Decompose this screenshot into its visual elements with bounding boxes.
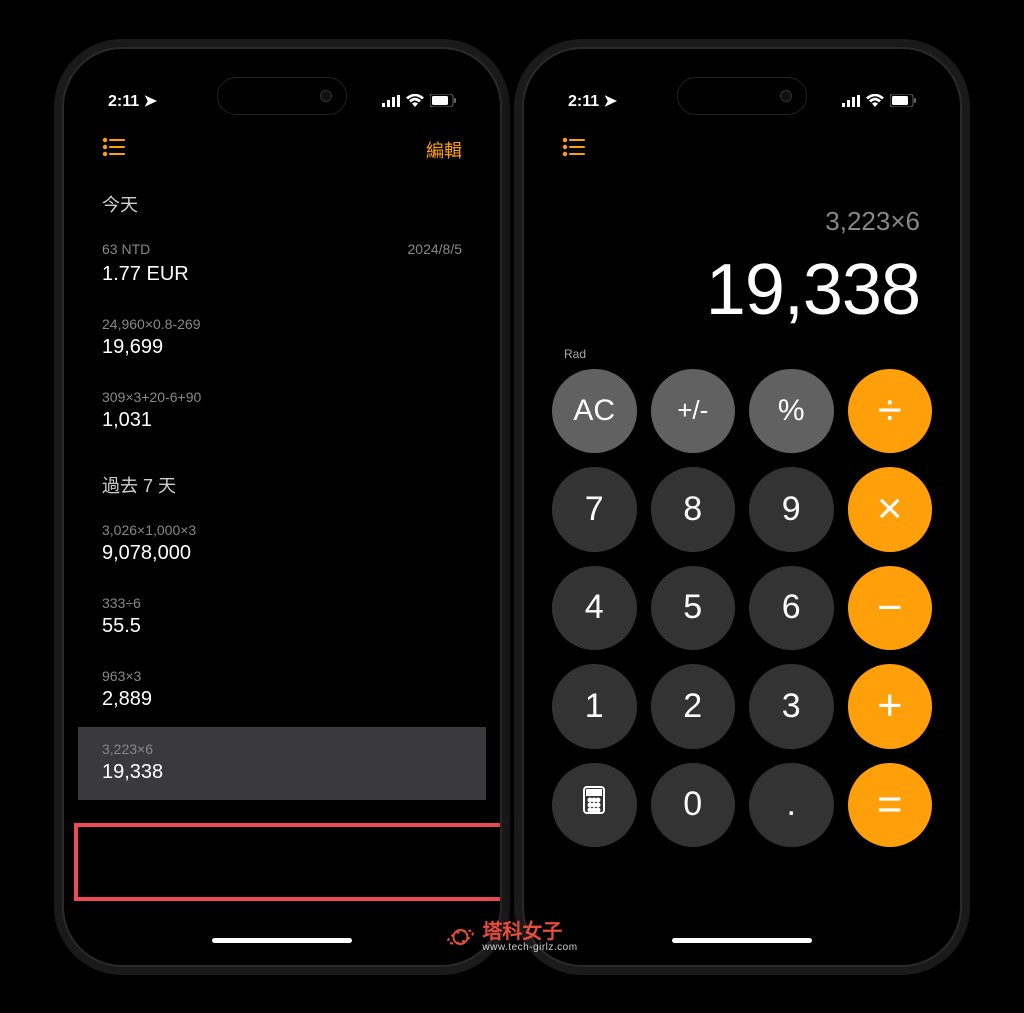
cellular-icon — [382, 95, 400, 107]
history-expr: 3,026×1,000×3 — [102, 522, 462, 538]
key-1[interactable]: 1 — [552, 664, 637, 749]
key-divide[interactable]: ÷ — [848, 369, 933, 454]
history-expr: 309×3+20-6+90 — [102, 389, 462, 405]
history-result: 55.5 — [102, 615, 462, 638]
calc-display: 3,223×6 19,338 — [538, 166, 946, 347]
section-past7: 過去 7 天 — [78, 448, 486, 508]
history-result: 1.77 EUR — [102, 263, 462, 286]
edit-button[interactable]: 編輯 — [426, 137, 462, 163]
status-time: 2:11 ➤ — [108, 91, 157, 111]
key-7[interactable]: 7 — [552, 467, 637, 552]
calc-keypad: AC +/- % ÷ 7 8 9 × 4 5 6 − 1 2 3 + — [538, 369, 946, 878]
battery-icon — [430, 94, 456, 107]
watermark-url: www.tech-girlz.com — [482, 943, 577, 954]
key-3[interactable]: 3 — [749, 664, 834, 749]
history-list-icon[interactable] — [102, 137, 126, 162]
watermark-planet-icon — [446, 923, 474, 951]
location-arrow-icon: ➤ — [604, 93, 617, 110]
history-expr: 63 NTD — [102, 241, 150, 257]
key-equals[interactable]: = — [848, 763, 933, 848]
cellular-icon — [842, 95, 860, 107]
history-expr: 3,223×6 — [102, 741, 462, 757]
calculator-icon — [579, 785, 609, 824]
history-item[interactable]: 963×3 2,889 — [78, 654, 486, 727]
history-item[interactable]: 63 NTD 2024/8/5 1.77 EUR — [78, 227, 486, 302]
dynamic-island — [217, 77, 347, 115]
key-decimal[interactable]: . — [749, 763, 834, 848]
key-9[interactable]: 9 — [749, 467, 834, 552]
display-result: 19,338 — [564, 249, 920, 331]
rad-indicator: Rad — [538, 347, 946, 369]
key-5[interactable]: 5 — [651, 566, 736, 651]
history-result: 1,031 — [102, 409, 462, 432]
key-subtract[interactable]: − — [848, 566, 933, 651]
home-indicator[interactable] — [212, 938, 352, 943]
history-result: 19,699 — [102, 336, 462, 359]
history-result: 2,889 — [102, 688, 462, 711]
key-multiply[interactable]: × — [848, 467, 933, 552]
dynamic-island — [677, 77, 807, 115]
home-indicator[interactable] — [672, 938, 812, 943]
phone-right: 2:11 ➤ 3,223×6 19,338 Rad AC +/- — [522, 47, 962, 967]
wifi-icon — [866, 94, 884, 107]
history-expr: 333÷6 — [102, 595, 462, 611]
key-sign[interactable]: +/- — [651, 369, 736, 454]
key-add[interactable]: + — [848, 664, 933, 749]
key-8[interactable]: 8 — [651, 467, 736, 552]
key-0[interactable]: 0 — [651, 763, 736, 848]
history-expr: 963×3 — [102, 668, 462, 684]
history-expr: 24,960×0.8-269 — [102, 316, 462, 332]
wifi-icon — [406, 94, 424, 107]
battery-icon — [890, 94, 916, 107]
history-item-selected[interactable]: 3,223×6 19,338 — [78, 727, 486, 800]
display-expression: 3,223×6 — [564, 206, 920, 237]
status-time: 2:11 ➤ — [568, 91, 617, 111]
history-item[interactable]: 3,026×1,000×3 9,078,000 — [78, 508, 486, 581]
history-item[interactable]: 24,960×0.8-269 19,699 — [78, 302, 486, 375]
key-2[interactable]: 2 — [651, 664, 736, 749]
key-4[interactable]: 4 — [552, 566, 637, 651]
history-list-icon[interactable] — [562, 137, 586, 162]
watermark-title: 塔科女子 — [482, 922, 577, 943]
history-item[interactable]: 333÷6 55.5 — [78, 581, 486, 654]
history-result: 9,078,000 — [102, 542, 462, 565]
watermark: 塔科女子 www.tech-girlz.com — [446, 922, 577, 954]
key-percent[interactable]: % — [749, 369, 834, 454]
history-result: 19,338 — [102, 761, 462, 784]
section-today: 今天 — [78, 167, 486, 227]
history-item[interactable]: 309×3+20-6+90 1,031 — [78, 375, 486, 448]
location-arrow-icon: ➤ — [144, 93, 157, 110]
key-6[interactable]: 6 — [749, 566, 834, 651]
key-calculator-mode[interactable] — [552, 763, 637, 848]
key-ac[interactable]: AC — [552, 369, 637, 454]
phone-left: 2:11 ➤ 編輯 今天 63 NTD 2024/8/5 1.77 EUR 24,… — [62, 47, 502, 967]
history-date: 2024/8/5 — [408, 241, 463, 257]
